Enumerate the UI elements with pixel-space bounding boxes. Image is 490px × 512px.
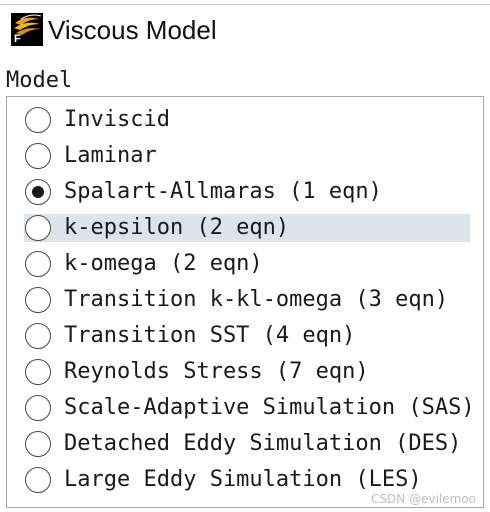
option-label: Transition k-kl-omega (3 eqn)	[64, 287, 449, 312]
option-label: Reynolds Stress (7 eqn)	[64, 359, 369, 384]
option-transition-k-kl-omega[interactable]: Transition k-kl-omega (3 eqn)	[24, 286, 470, 314]
option-label: Transition SST (4 eqn)	[64, 323, 356, 348]
option-transition-sst[interactable]: Transition SST (4 eqn)	[24, 322, 470, 350]
radio-button[interactable]	[25, 179, 51, 205]
radio-button[interactable]	[25, 431, 51, 457]
model-group-label: Model	[6, 68, 73, 93]
option-label: Laminar	[64, 143, 157, 168]
fluent-app-icon: F	[11, 13, 43, 46]
option-inviscid[interactable]: Inviscid	[24, 106, 470, 134]
option-detached-eddy-simulation[interactable]: Detached Eddy Simulation (DES)	[24, 430, 470, 458]
radio-button[interactable]	[25, 287, 51, 313]
option-label: k-omega (2 eqn)	[64, 251, 263, 276]
option-label: Detached Eddy Simulation (DES)	[64, 431, 462, 456]
option-k-omega[interactable]: k-omega (2 eqn)	[24, 250, 470, 278]
option-label: k-epsilon (2 eqn)	[64, 215, 290, 240]
radio-button[interactable]	[25, 323, 51, 349]
option-label: Spalart-Allmaras (1 eqn)	[64, 179, 382, 204]
watermark-text: CSDN @evilemoo	[371, 492, 476, 506]
app-icon-letter: F	[14, 33, 21, 45]
option-k-epsilon[interactable]: k-epsilon (2 eqn)	[24, 214, 470, 242]
radio-dot	[32, 186, 44, 198]
option-spalart-allmaras[interactable]: Spalart-Allmaras (1 eqn)	[24, 178, 470, 206]
window-top-edge	[0, 0, 490, 5]
radio-button[interactable]	[25, 215, 51, 241]
radio-button[interactable]	[25, 467, 51, 493]
option-label: Inviscid	[64, 107, 170, 132]
option-laminar[interactable]: Laminar	[24, 142, 470, 170]
radio-button[interactable]	[25, 251, 51, 277]
radio-button[interactable]	[25, 107, 51, 133]
option-scale-adaptive-simulation[interactable]: Scale-Adaptive Simulation (SAS)	[24, 394, 475, 422]
radio-button[interactable]	[25, 143, 51, 169]
option-reynolds-stress[interactable]: Reynolds Stress (7 eqn)	[24, 358, 470, 386]
window-title: Viscous Model	[48, 15, 217, 45]
option-large-eddy-simulation[interactable]: Large Eddy Simulation (LES)	[24, 466, 470, 494]
title-bar: F Viscous Model	[0, 0, 490, 62]
option-label: Scale-Adaptive Simulation (SAS)	[64, 395, 475, 420]
radio-button[interactable]	[25, 395, 51, 421]
option-label: Large Eddy Simulation (LES)	[64, 467, 422, 492]
radio-button[interactable]	[25, 359, 51, 385]
